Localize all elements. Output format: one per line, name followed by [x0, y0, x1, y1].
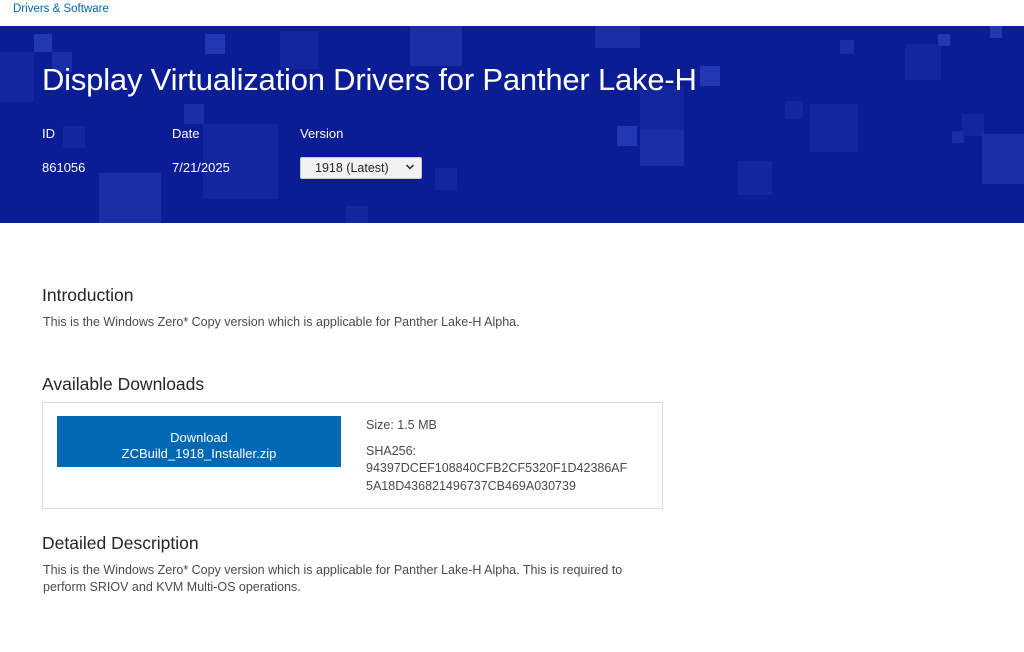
breadcrumb-drivers-software[interactable]: Drivers & Software: [13, 3, 109, 15]
date-label: Date: [172, 126, 200, 141]
version-selected-value: 1918 (Latest): [315, 161, 389, 175]
hero-banner: Display Virtualization Drivers for Panth…: [0, 26, 1024, 223]
introduction-text: This is the Windows Zero* Copy version w…: [43, 315, 520, 329]
version-label: Version: [300, 126, 344, 141]
detailed-description-heading: Detailed Description: [42, 533, 199, 553]
chevron-down-icon: [405, 164, 415, 170]
detailed-description-line2: perform SRIOV and KVM Multi-OS operation…: [43, 580, 301, 594]
top-bar: Drivers & Software: [0, 0, 1024, 27]
sha256-value-line2: 5A18D436821496737CB469A030739: [366, 479, 576, 493]
id-value: 861056: [42, 160, 86, 175]
download-button-label: Download: [170, 430, 228, 445]
download-card: Download ZCBuild_1918_Installer.zip Size…: [42, 402, 663, 509]
download-button[interactable]: Download ZCBuild_1918_Installer.zip: [57, 416, 341, 467]
download-filename: ZCBuild_1918_Installer.zip: [121, 446, 277, 461]
page-title: Display Virtualization Drivers for Panth…: [42, 62, 697, 97]
introduction-heading: Introduction: [42, 285, 134, 305]
detailed-description-line1: This is the Windows Zero* Copy version w…: [43, 563, 623, 577]
available-downloads-heading: Available Downloads: [42, 374, 205, 394]
sha256-label: SHA256:: [366, 444, 417, 458]
date-value: 7/21/2025: [172, 160, 230, 175]
file-size: Size: 1.5 MB: [366, 418, 437, 432]
version-dropdown[interactable]: 1918 (Latest): [300, 157, 422, 179]
id-label: ID: [42, 126, 55, 141]
sha256-value-line1: 94397DCEF108840CFB2CF5320F1D42386AF: [366, 461, 628, 475]
